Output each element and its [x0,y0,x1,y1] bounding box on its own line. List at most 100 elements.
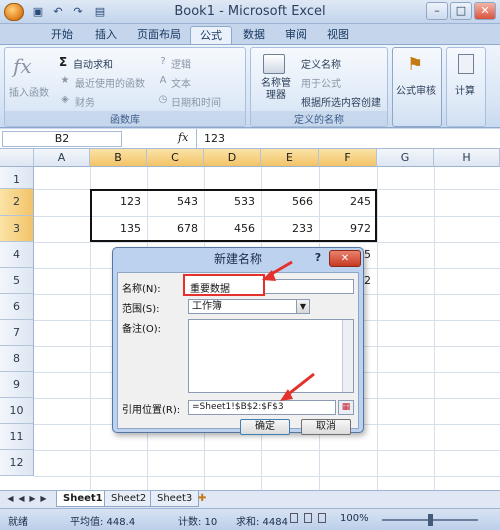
last-sheet-icon[interactable]: ▶ [39,494,48,503]
gridline [34,450,500,451]
formula-auditing-button[interactable]: 公式审核 [396,82,436,97]
sheet-tab-3[interactable]: Sheet3 [150,491,200,507]
row-header-4[interactable]: 4 [0,242,34,268]
maximize-button[interactable]: □ [450,2,472,20]
sheet-tab-1[interactable]: Sheet1 [56,491,110,507]
col-header-g[interactable]: G [377,149,434,167]
datetime-button[interactable]: 日期和时间 [171,94,221,109]
gridline [434,167,435,490]
prev-sheet-icon[interactable]: ◀ [17,494,26,503]
comment-textarea[interactable] [188,319,354,393]
office-button-icon[interactable] [4,3,24,21]
row-header-11[interactable]: 11 [0,424,34,450]
row-header-7[interactable]: 7 [0,320,34,346]
col-header-d[interactable]: D [204,149,261,167]
formula-input[interactable]: 123 [204,132,225,145]
text-function-button[interactable]: 文本 [171,75,191,90]
sheet-tab-2[interactable]: Sheet2 [104,491,154,507]
minimize-button[interactable]: – [426,2,448,20]
name-manager-icon [263,54,285,74]
comment-scrollbar[interactable] [342,320,353,392]
sigma-icon: Σ [59,55,68,69]
name-field[interactable]: 重要数据 [190,280,230,295]
tab-review[interactable]: 审阅 [276,26,316,44]
average-status: 平均值: 448.4 [70,517,136,528]
tab-page-layout[interactable]: 页面布局 [128,26,190,44]
col-header-e[interactable]: E [261,149,319,167]
col-header-f[interactable]: F [319,149,377,167]
autosum-button[interactable]: 自动求和 [73,56,113,71]
page-layout-view-icon[interactable] [304,513,312,523]
dialog-close-button[interactable]: ✕ [329,250,361,267]
fx-icon: fx [13,54,32,78]
create-from-selection-button[interactable]: 根据所选内容创建 [301,94,381,109]
undo-icon[interactable]: ↶ [50,4,66,19]
tab-home[interactable]: 开始 [42,26,82,44]
close-button[interactable]: ✕ [474,2,496,20]
status-bar: 就绪 平均值: 448.4 计数: 10 求和: 4484 100% [0,508,500,530]
tab-view[interactable]: 视图 [318,26,358,44]
row-header-10[interactable]: 10 [0,398,34,424]
name-box[interactable]: B2 [2,131,122,147]
sum-status: 求和: 4484 [236,517,288,528]
cancel-button[interactable]: 取消 [301,419,351,435]
row-header-12[interactable]: 12 [0,450,34,476]
logical-icon: ? [160,56,166,67]
sheet-tab-bar: ◀ ◀ ▶ ▶ Sheet1 Sheet2 Sheet3 ✚ [0,490,500,508]
insert-sheet-icon[interactable]: ✚ [198,493,206,504]
col-header-b[interactable]: B [90,149,147,167]
print-preview-icon[interactable]: ▤ [92,4,108,19]
refers-to-field[interactable]: =Sheet1!$B$2:$F$3 [188,400,336,415]
chevron-down-icon[interactable]: ▼ [296,300,309,313]
row-header-3[interactable]: 3 [0,216,34,242]
collapse-dialog-icon[interactable]: ▦ [338,400,354,415]
financial-button[interactable]: 财务 [75,94,95,109]
comment-label: 备注(O): [122,324,162,335]
row-header-6[interactable]: 6 [0,294,34,320]
window-title: Book1 - Microsoft Excel [174,4,326,19]
title-bar: ▣ ↶ ↷ ▤ Book1 - Microsoft Excel – □ ✕ [0,0,500,24]
select-all-corner[interactable] [0,149,34,167]
scope-select[interactable]: 工作簿 [188,299,310,314]
formula-divider [196,129,197,149]
name-box-value: B2 [54,132,70,145]
ready-status: 就绪 [8,517,28,528]
name-manager-button[interactable]: 名称管理器 [259,78,293,102]
text-function-icon: A [159,75,167,86]
insert-function-fx-icon[interactable]: fx [178,131,188,144]
normal-view-icon[interactable] [290,513,298,523]
col-header-h[interactable]: H [434,149,500,167]
ok-button[interactable]: 确定 [240,419,290,435]
row-header-5[interactable]: 5 [0,268,34,294]
next-sheet-icon[interactable]: ▶ [28,494,37,503]
calculation-group: 计算 [446,47,486,127]
calculation-button[interactable]: 计算 [455,82,475,97]
name-label: 名称(N): [122,284,161,295]
dialog-body: 名称(N): 重要数据 范围(S): 工作簿 ▼ 备注(O): 引用位置(R):… [117,272,359,435]
gridline [34,476,500,477]
row-header-8[interactable]: 8 [0,346,34,372]
zoom-slider-handle[interactable] [428,514,433,526]
help-button[interactable]: ? [309,251,327,267]
row-header-9[interactable]: 9 [0,372,34,398]
tab-insert[interactable]: 插入 [86,26,126,44]
zoom-level[interactable]: 100% [340,513,369,524]
recent-functions-button[interactable]: 最近使用的函数 [75,75,145,90]
logical-button[interactable]: 逻辑 [171,56,191,71]
insert-function-button[interactable]: 插入函数 [9,84,49,99]
use-in-formula-button[interactable]: 用于公式 [301,75,341,90]
formula-audit-icon: ⚑ [407,54,424,75]
define-name-button[interactable]: 定义名称 [301,56,341,71]
col-header-c[interactable]: C [147,149,204,167]
page-break-view-icon[interactable] [318,513,326,523]
first-sheet-icon[interactable]: ◀ [6,494,15,503]
tab-formulas[interactable]: 公式 [190,26,232,44]
redo-icon[interactable]: ↷ [70,4,86,19]
tab-data[interactable]: 数据 [234,26,274,44]
scope-label: 范围(S): [122,304,160,315]
row-header-2[interactable]: 2 [0,189,34,216]
row-header-1[interactable]: 1 [0,167,34,189]
save-icon[interactable]: ▣ [30,4,46,19]
col-header-a[interactable]: A [34,149,90,167]
defined-names-group: 名称管理器 定义名称 用于公式 根据所选内容创建 定义的名称 [250,47,388,127]
